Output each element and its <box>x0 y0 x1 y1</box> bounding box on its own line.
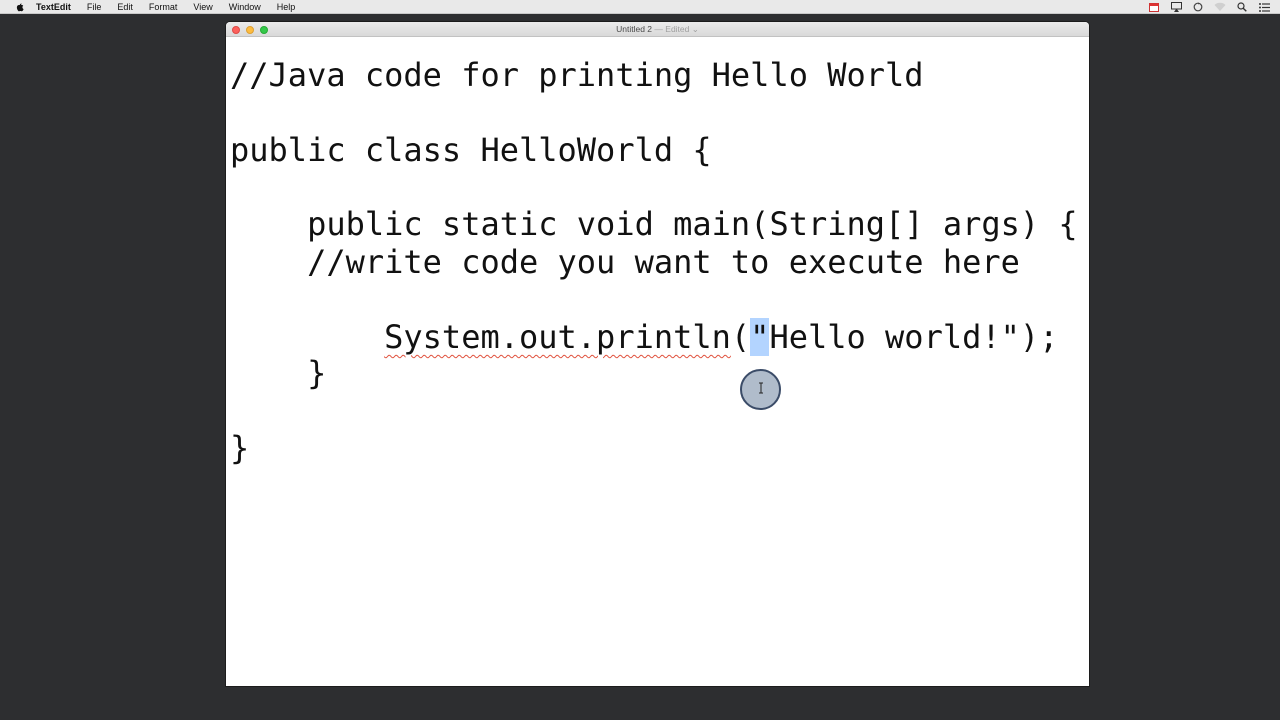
menu-help[interactable]: Help <box>277 0 296 14</box>
code-line-5: System.out.println("Hello world!"); <box>230 318 1058 356</box>
code-line-3: public static void main(String[] args) { <box>230 205 1078 243</box>
apple-icon[interactable] <box>12 2 26 12</box>
textedit-window: Untitled 2 — Edited ⌄ //Java code for pr… <box>226 22 1089 686</box>
sync-icon[interactable] <box>1192 1 1204 13</box>
document-editor[interactable]: //Java code for printing Hello World pub… <box>230 40 1085 686</box>
open-paren: ( <box>730 318 751 356</box>
spellcheck-word: System.out.println <box>384 318 731 356</box>
spotlight-icon[interactable] <box>1236 1 1248 13</box>
code-line-6: } <box>230 354 327 392</box>
menu-app-textedit[interactable]: TextEdit <box>36 0 71 14</box>
menu-extras <box>1148 0 1270 14</box>
code-line-7: } <box>230 429 250 467</box>
edited-indicator[interactable]: — Edited ⌄ <box>652 24 698 34</box>
menu-window[interactable]: Window <box>229 0 261 14</box>
airplay-icon[interactable] <box>1170 1 1182 13</box>
code-line-4: //write code you want to execute here <box>230 243 1020 281</box>
menu-view[interactable]: View <box>193 0 212 14</box>
menu-format[interactable]: Format <box>149 0 178 14</box>
calendar-icon[interactable] <box>1148 1 1160 13</box>
code-line-1: //Java code for printing Hello World <box>230 56 924 94</box>
menu-bar: TextEdit File Edit Format View Window He… <box>0 0 1280 14</box>
window-title: Untitled 2 — Edited ⌄ <box>226 22 1089 37</box>
cursor-highlight <box>740 369 781 410</box>
menu-file[interactable]: File <box>87 0 102 14</box>
text-cursor-icon <box>758 381 764 399</box>
notification-center-icon[interactable] <box>1258 1 1270 13</box>
selected-text: " <box>750 318 770 356</box>
code-line-2: public class HelloWorld { <box>230 131 712 169</box>
wifi-icon[interactable] <box>1214 1 1226 13</box>
line-rest: Hello world!"); <box>769 318 1059 356</box>
menu-edit[interactable]: Edit <box>117 0 133 14</box>
title-bar[interactable]: Untitled 2 — Edited ⌄ <box>226 22 1089 37</box>
document-name: Untitled 2 <box>616 24 653 34</box>
